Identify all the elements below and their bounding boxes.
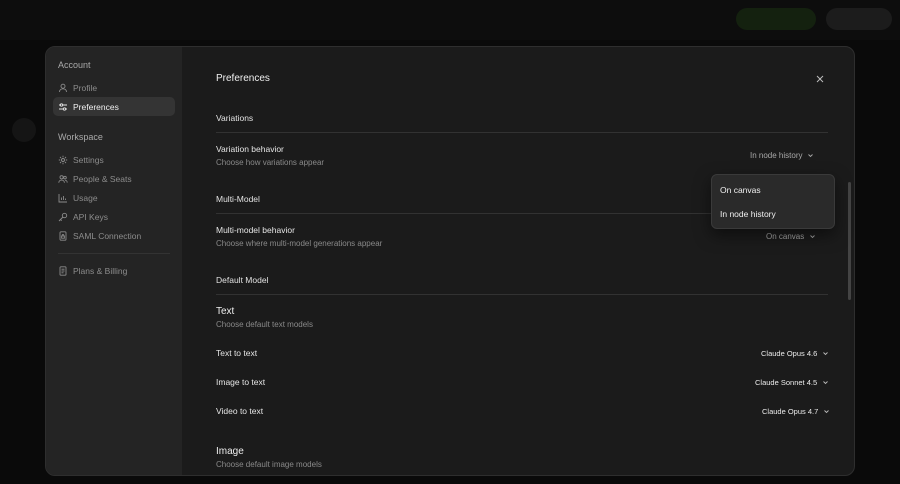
multi-model-behavior-dropdown[interactable]: On canvas <box>766 232 816 241</box>
chevron-down-icon <box>823 408 830 415</box>
video-to-text-label: Video to text <box>216 406 264 416</box>
bar-chart-icon <box>58 193 68 203</box>
dropdown-value: Claude Sonnet 4.5 <box>755 378 818 387</box>
people-icon <box>58 174 68 184</box>
sidebar-item-plans-billing[interactable]: Plans & Billing <box>53 261 175 280</box>
chevron-down-icon <box>809 233 816 240</box>
sidebar-item-label: SAML Connection <box>73 230 142 241</box>
close-icon <box>814 72 826 89</box>
receipt-icon <box>58 265 68 276</box>
key-icon <box>58 212 68 222</box>
sidebar-item-usage[interactable]: Usage <box>53 188 175 207</box>
multi-model-behavior-description: Choose where multi-model generations app… <box>216 239 383 248</box>
sidebar-item-api-keys[interactable]: API Keys <box>53 207 175 226</box>
text-to-text-label: Text to text <box>216 348 258 358</box>
section-default-model: Default Model <box>216 275 269 285</box>
chevron-down-icon <box>822 350 829 357</box>
sidebar-item-profile[interactable]: Profile <box>53 78 175 97</box>
sidebar-item-label: People & Seats <box>73 173 132 184</box>
variation-behavior-label: Variation behavior <box>216 144 284 154</box>
multi-model-behavior-label: Multi-model behavior <box>216 225 295 235</box>
dropdown-value: Claude Opus 4.6 <box>761 349 818 358</box>
chevron-down-icon <box>807 152 814 159</box>
document-lock-icon <box>58 230 68 241</box>
sidebar-item-label: API Keys <box>73 211 108 222</box>
background-avatar <box>12 118 36 142</box>
text-models-title: Text <box>216 306 235 317</box>
sidebar-item-label: Usage <box>73 192 98 203</box>
sidebar-item-label: Plans & Billing <box>73 265 128 276</box>
preferences-modal: Account Profile Preferences Workspace Se… <box>45 46 855 476</box>
user-icon <box>58 83 68 93</box>
chevron-down-icon <box>822 379 829 386</box>
section-variations: Variations <box>216 113 254 123</box>
menu-item-in-node-history[interactable]: In node history <box>720 209 776 219</box>
account-heading: Account <box>58 60 91 70</box>
gear-icon <box>58 155 68 165</box>
text-to-text-dropdown[interactable]: Claude Opus 4.6 <box>761 349 829 358</box>
section-divider <box>216 294 828 295</box>
variation-behavior-dropdown[interactable]: In node history <box>750 151 814 160</box>
sidebar-item-settings[interactable]: Settings <box>53 150 175 169</box>
variation-behavior-menu: On canvas In node history <box>711 174 835 229</box>
content-scrollbar[interactable] <box>848 182 851 300</box>
menu-item-on-canvas[interactable]: On canvas <box>720 185 761 195</box>
dropdown-value: Claude Opus 4.7 <box>762 407 819 416</box>
video-to-text-dropdown[interactable]: Claude Opus 4.7 <box>762 407 830 416</box>
sidebar-item-label: Settings <box>73 154 104 165</box>
sidebar-item-saml-connection[interactable]: SAML Connection <box>53 226 175 245</box>
sidebar-item-label: Profile <box>73 82 98 93</box>
image-to-text-dropdown[interactable]: Claude Sonnet 4.5 <box>755 378 829 387</box>
background-secondary-button <box>826 8 892 30</box>
image-to-text-label: Image to text <box>216 377 266 387</box>
sidebar-item-label: Preferences <box>73 101 119 112</box>
variation-behavior-description: Choose how variations appear <box>216 158 325 167</box>
sidebar-item-preferences[interactable]: Preferences <box>53 97 175 116</box>
sidebar-item-people-seats[interactable]: People & Seats <box>53 169 175 188</box>
section-divider <box>216 132 828 133</box>
dropdown-value: On canvas <box>766 232 805 241</box>
close-button[interactable] <box>814 72 826 84</box>
section-multi-model: Multi-Model <box>216 194 260 204</box>
background-primary-button <box>736 8 816 30</box>
text-models-description: Choose default text models <box>216 320 313 329</box>
sliders-icon <box>58 102 68 112</box>
preferences-content: Preferences Variations Variation behavio… <box>182 47 854 475</box>
image-models-title: Image <box>216 446 244 457</box>
settings-sidebar: Account Profile Preferences Workspace Se… <box>46 47 182 475</box>
dropdown-value: In node history <box>750 151 803 160</box>
image-models-description: Choose default image models <box>216 460 322 469</box>
page-title: Preferences <box>216 73 270 84</box>
sidebar-divider <box>58 253 170 254</box>
workspace-heading: Workspace <box>58 132 103 142</box>
